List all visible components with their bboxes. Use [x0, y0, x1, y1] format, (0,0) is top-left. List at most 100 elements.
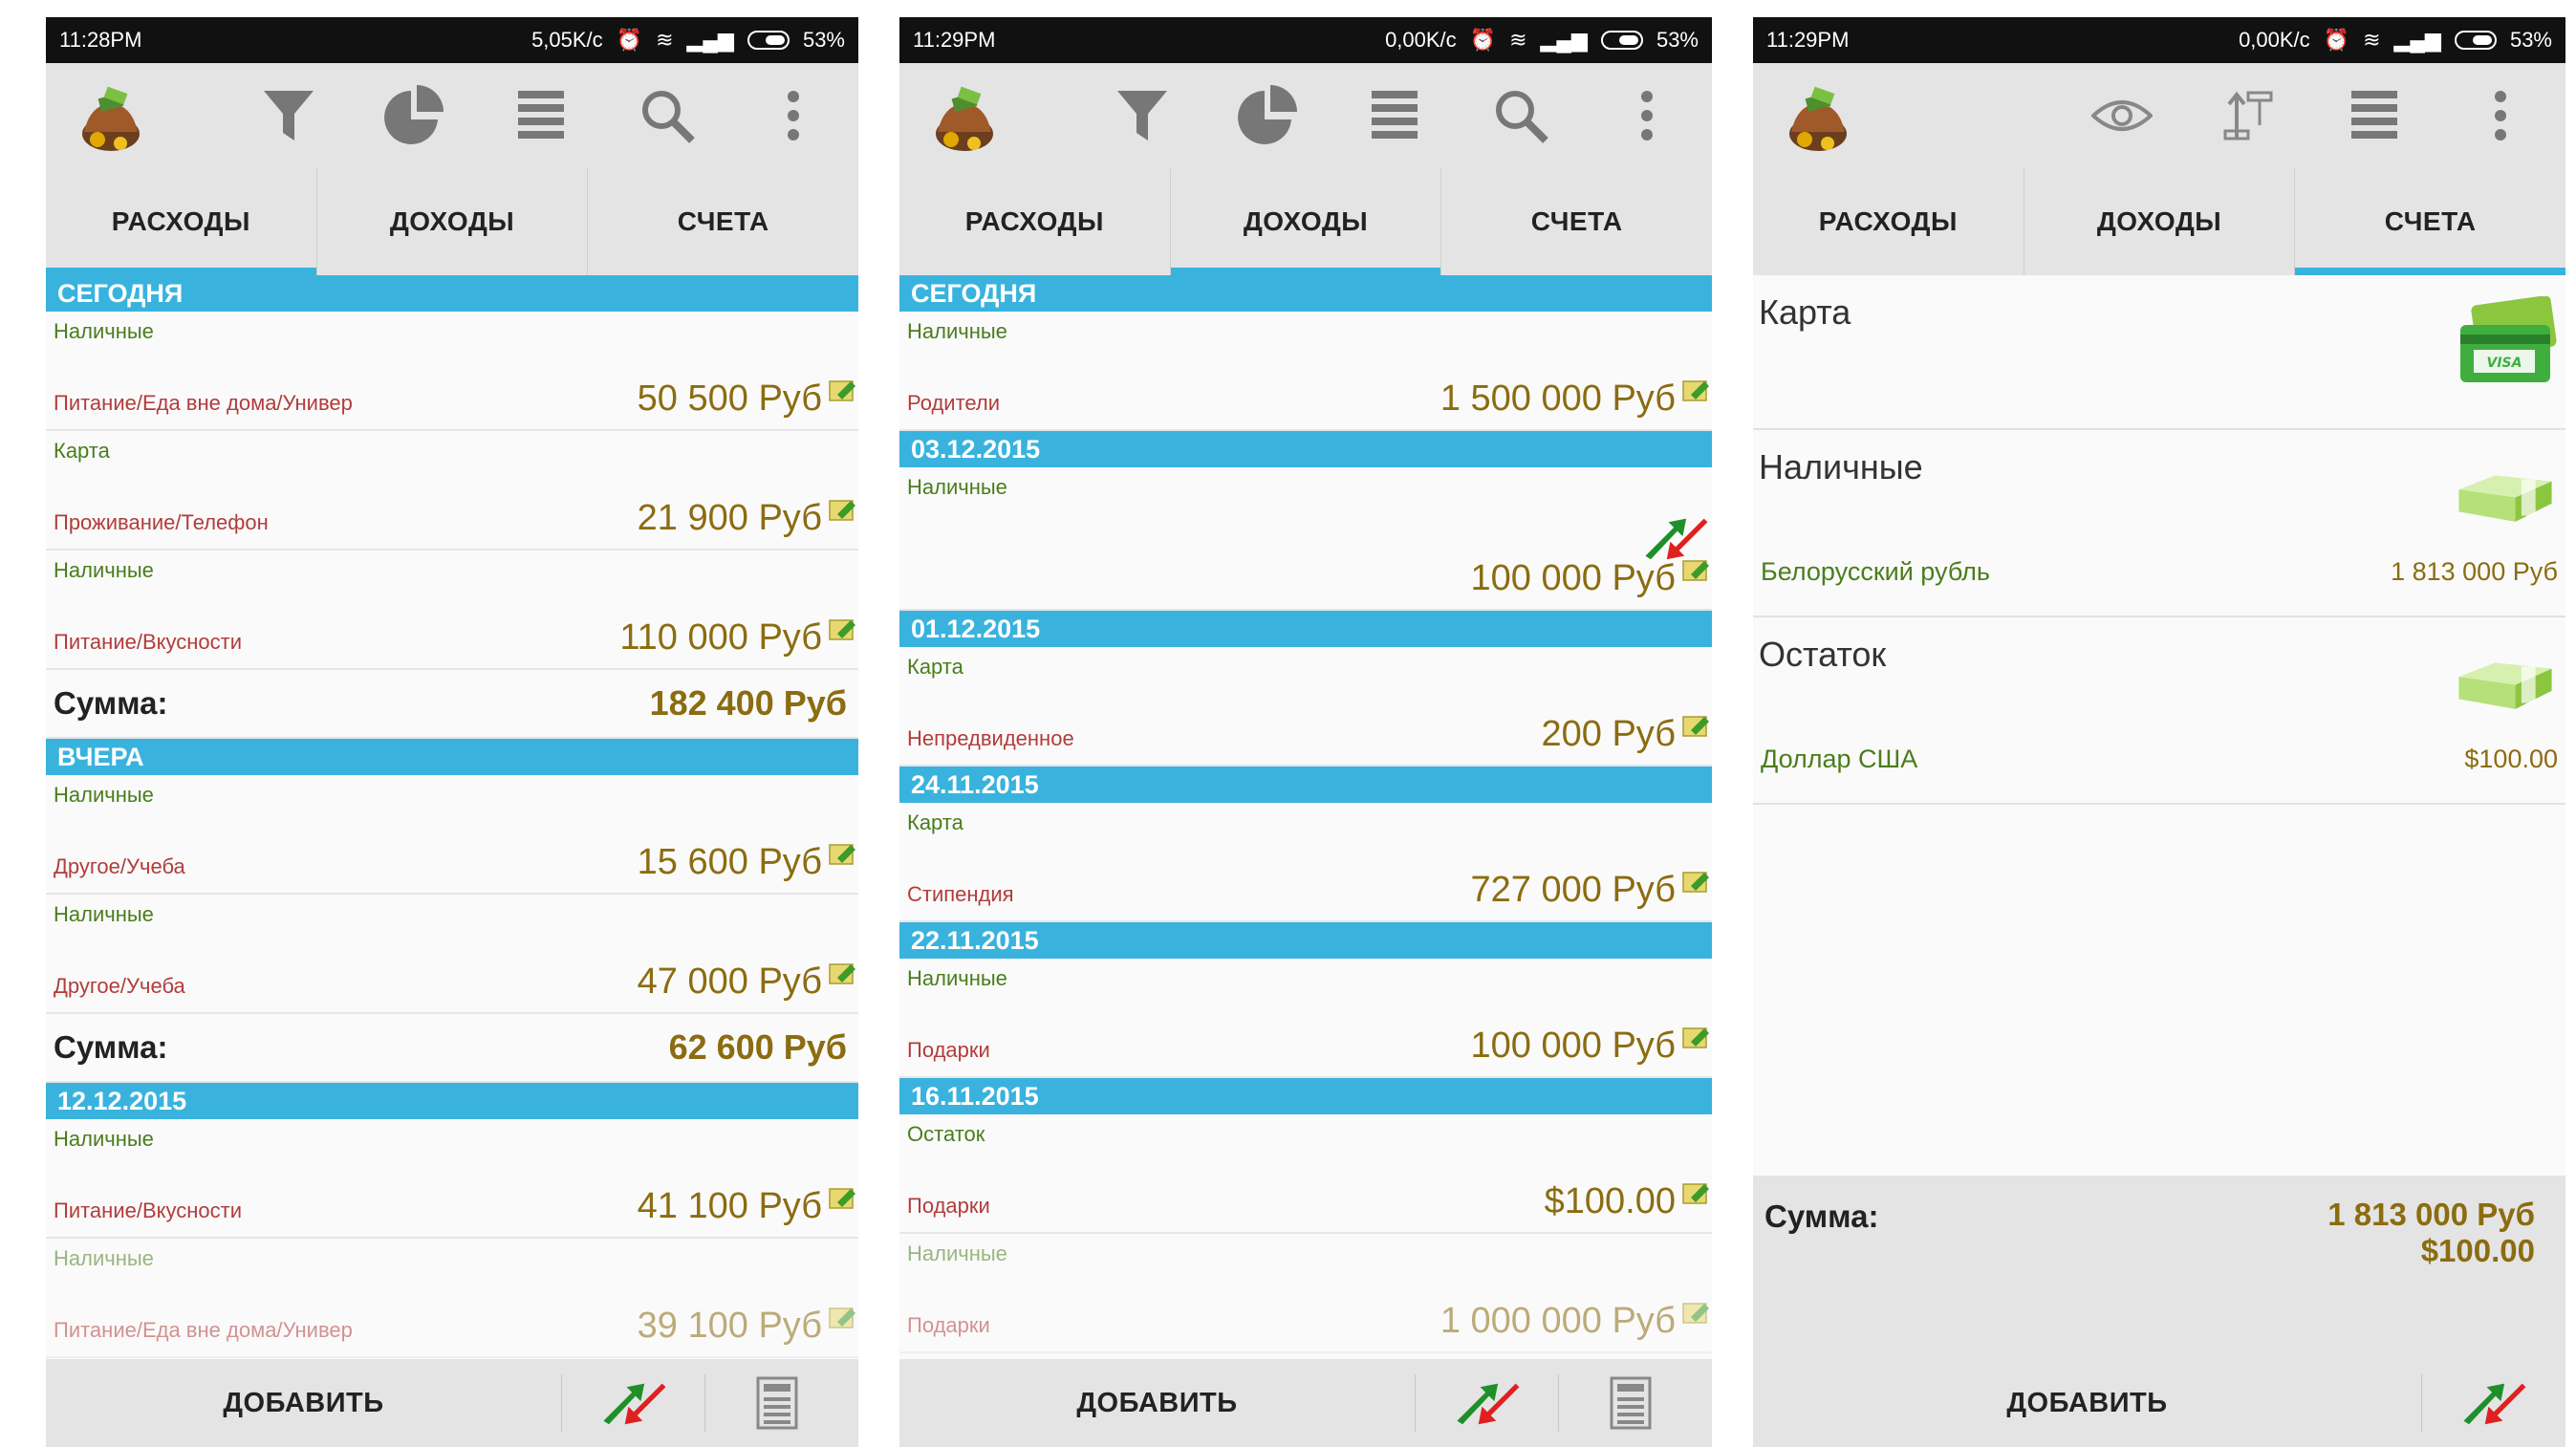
list-item[interactable]: Наличные Питание/Вкусности 41 100 Руб: [46, 1119, 858, 1239]
search-icon[interactable]: [1484, 79, 1557, 152]
app-logo-icon: [1789, 86, 1847, 151]
tab-income[interactable]: ДОХОДЫ: [1170, 168, 1442, 275]
amount-value: 50 500 Руб: [637, 378, 822, 419]
amount-value: 39 100 Руб: [637, 1306, 822, 1346]
pie-chart-icon[interactable]: [1232, 79, 1305, 152]
edit-icon[interactable]: [828, 378, 856, 402]
calculator-button[interactable]: [1559, 1374, 1702, 1432]
account-item[interactable]: Карта VISA: [1753, 275, 2565, 430]
tab-income[interactable]: ДОХОДЫ: [2024, 168, 2296, 275]
edit-icon[interactable]: [828, 497, 856, 522]
calculator-button[interactable]: [705, 1374, 849, 1432]
tab-bar: РАСХОДЫ ДОХОДЫ СЧЕТА: [46, 168, 858, 275]
account-label: Наличные: [54, 558, 154, 582]
account-item[interactable]: Наличные Белорусский рубль 1 813 000 Руб: [1753, 430, 2565, 617]
list-item[interactable]: Наличные Другое/Учеба 15 600 Руб: [46, 775, 858, 895]
category-label: Другое/Учеба: [54, 974, 185, 998]
amount-value: 100 000 Руб: [1470, 558, 1676, 598]
battery-icon: [747, 31, 790, 50]
account-item[interactable]: Остаток Доллар США $100.00: [1753, 617, 2565, 805]
add-button[interactable]: ДОБАВИТЬ: [899, 1374, 1416, 1432]
amount-value: 21 900 Руб: [637, 498, 822, 538]
category-label: Стипендия: [907, 882, 1014, 906]
more-menu-icon[interactable]: [1611, 79, 1683, 152]
more-menu-icon[interactable]: [2464, 79, 2537, 152]
toolbar: [1753, 63, 2565, 168]
edit-icon[interactable]: [1681, 378, 1710, 402]
edit-icon[interactable]: [828, 1185, 856, 1210]
list-item[interactable]: Карта Непредвиденное 200 Руб: [899, 647, 1712, 767]
tab-expenses[interactable]: РАСХОДЫ: [899, 168, 1171, 275]
edit-icon[interactable]: [828, 1305, 856, 1329]
amount-value: $100.00: [1544, 1181, 1676, 1221]
transfer-arrows-icon: [1645, 518, 1708, 560]
edit-icon[interactable]: [828, 616, 856, 641]
more-menu-icon[interactable]: [757, 79, 830, 152]
account-label: Наличные: [54, 902, 154, 926]
wifi-icon: ≋: [1509, 28, 1527, 52]
date-header: 03.12.2015: [899, 431, 1712, 467]
pie-chart-icon[interactable]: [379, 79, 451, 152]
visa-card-icon: VISA: [2460, 296, 2557, 382]
list-item[interactable]: Наличные 100 000 Руб: [899, 467, 1712, 611]
date-header: СЕГОДНЯ: [46, 275, 858, 312]
list-item[interactable]: Наличные Питание/Вкусности 110 000 Руб: [46, 551, 858, 670]
account-balance: 1 813 000 Руб: [2391, 557, 2558, 586]
list-item[interactable]: Наличные Подарки 1 000 000 Руб: [899, 1234, 1712, 1353]
edit-icon[interactable]: [828, 961, 856, 985]
list-item[interactable]: Наличные Питание/Еда вне дома/Универ 39 …: [46, 1239, 858, 1358]
toolbar: [899, 63, 1712, 168]
list-item[interactable]: Остаток Подарки $100.00: [899, 1114, 1712, 1234]
tab-expenses[interactable]: РАСХОДЫ: [46, 168, 317, 275]
battery-level: 53%: [2509, 28, 2552, 52]
add-button[interactable]: ДОБАВИТЬ: [46, 1374, 562, 1432]
list-icon[interactable]: [1358, 79, 1431, 152]
amount-value: 727 000 Руб: [1470, 870, 1676, 910]
alarm-icon: ⏰: [616, 28, 643, 52]
alarm-icon: ⏰: [2323, 28, 2350, 52]
edit-icon[interactable]: [1681, 1180, 1710, 1205]
add-button[interactable]: ДОБАВИТЬ: [1753, 1374, 2422, 1432]
category-label: Проживание/Телефон: [54, 510, 269, 534]
transfer-button[interactable]: [1416, 1374, 1559, 1432]
edit-icon[interactable]: [1681, 713, 1710, 738]
filter-icon[interactable]: [252, 79, 325, 152]
tab-income[interactable]: ДОХОДЫ: [317, 168, 589, 275]
date-header: 24.11.2015: [899, 767, 1712, 803]
income-screen: 11:29PM 0,00K/c ⏰ ≋ ▂▄▆ 53% РАСХОДЫ ДОХО…: [899, 17, 1712, 1447]
account-label: Наличные: [54, 783, 154, 807]
list-item[interactable]: Карта Проживание/Телефон 21 900 Руб: [46, 431, 858, 551]
tab-accounts[interactable]: СЧЕТА: [2295, 168, 2565, 275]
status-speed: 0,00K/c: [2239, 28, 2310, 52]
edit-icon[interactable]: [828, 841, 856, 866]
status-time: 11:29PM: [1766, 28, 1850, 52]
transfer-button[interactable]: [562, 1374, 705, 1432]
list-icon[interactable]: [2338, 79, 2411, 152]
bottom-bar: ДОБАВИТЬ: [1753, 1359, 2565, 1447]
list-item[interactable]: Наличные Родители 1 500 000 Руб: [899, 312, 1712, 431]
list-item[interactable]: Наличные Подарки 100 000 Руб: [899, 959, 1712, 1078]
account-label: Наличные: [54, 319, 154, 343]
tab-expenses[interactable]: РАСХОДЫ: [1753, 168, 2024, 275]
list-item[interactable]: Наличные Питание/Еда вне дома/Универ 50 …: [46, 312, 858, 431]
edit-icon[interactable]: [1681, 557, 1710, 582]
amount-value: 100 000 Руб: [1470, 1026, 1676, 1066]
edit-icon[interactable]: [1681, 869, 1710, 894]
eye-icon[interactable]: [2086, 79, 2158, 152]
list-item[interactable]: Наличные Другое/Учеба 47 000 Руб: [46, 895, 858, 1014]
edit-icon[interactable]: [1681, 1025, 1710, 1049]
day-sum: Сумма: 62 600 Руб: [46, 1014, 858, 1083]
account-name: Карта: [1759, 292, 1851, 332]
transfer-button[interactable]: [2422, 1374, 2565, 1432]
tab-accounts[interactable]: СЧЕТА: [588, 168, 858, 275]
edit-icon[interactable]: [1681, 1300, 1710, 1325]
search-icon[interactable]: [631, 79, 704, 152]
total-value-usd: $100.00: [2420, 1233, 2535, 1268]
filter-icon[interactable]: [1106, 79, 1179, 152]
tab-accounts[interactable]: СЧЕТА: [1441, 168, 1712, 275]
sort-icon[interactable]: [2212, 79, 2284, 152]
status-time: 11:28PM: [59, 28, 142, 52]
list-icon[interactable]: [505, 79, 577, 152]
list-item[interactable]: Карта Стипендия 727 000 Руб: [899, 803, 1712, 922]
battery-level: 53%: [802, 28, 845, 52]
